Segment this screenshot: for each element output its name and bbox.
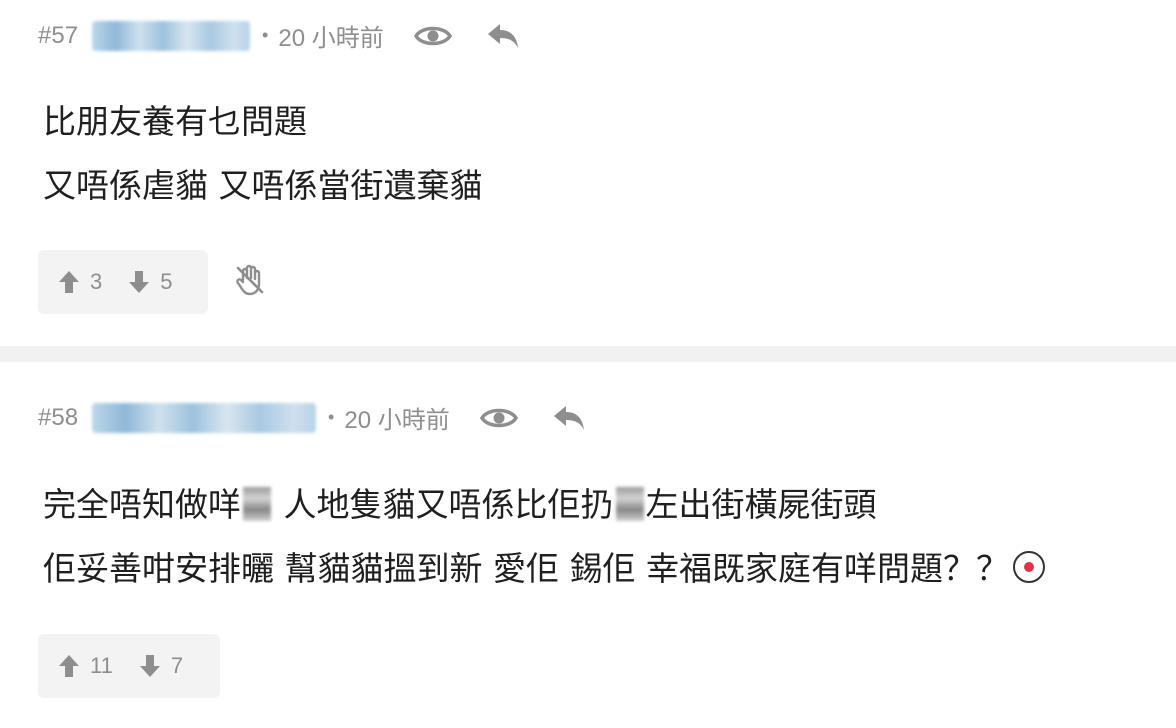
timestamp: 20 小時前 [278,25,384,52]
floor-number: #57 [38,21,79,49]
arrow-down-icon [139,655,160,677]
downvote-count: 5 [160,269,173,294]
username-blurred[interactable] [92,402,317,433]
arrow-down-icon [129,271,150,293]
hand-slash-icon[interactable] [234,264,266,300]
blurred-character [615,487,644,521]
comment-meta: #57 • 20 小時前 [38,18,554,53]
post-separator [0,346,1176,362]
username-blurred[interactable] [92,20,251,51]
timestamp: 20 小時前 [344,407,450,434]
upvote-count: 3 [90,269,103,294]
reply-icon[interactable] [486,22,520,50]
arrow-up-icon [59,271,79,293]
comment-text: 人地隻貓又唔係比佢扔 [273,485,614,524]
upvote-button[interactable]: 11 [58,653,113,679]
downvote-button[interactable]: 5 [128,269,173,295]
vote-box: 11 7 [38,634,220,698]
blurred-character [243,487,271,521]
comment-body: 比朋友養有乜問題 又唔係虐貓 又唔係當街遺棄貓 [43,90,483,218]
comment-text: 佢妥善咁安排曬 幫貓貓搵到新 愛佢 錫佢 幸福既家庭有咩問題？？ [43,549,1009,588]
meta-separator: • [262,25,269,45]
comment-line: 完全唔知做咩 人地隻貓又唔係比佢扔 左出街橫屍街頭 [43,473,1045,537]
comment-line: 佢妥善咁安排曬 幫貓貓搵到新 愛佢 錫佢 幸福既家庭有咩問題？？ [43,537,1045,601]
comment-text: 完全唔知做咩 [43,485,241,524]
downvote-button[interactable]: 7 [139,653,183,679]
meta-separator: • [328,407,335,427]
comment-57: #57 • 20 小時前 比朋友養有乜問題 又唔係虐貓 又唔係當街遺棄貓 3 5 [0,0,1176,346]
eye-icon[interactable] [413,23,452,49]
comment-meta: #58 • 20 小時前 [38,400,620,435]
comment-line: 又唔係虐貓 又唔係當街遺棄貓 [43,166,483,205]
upvote-count: 11 [90,653,113,678]
comment-text: 左出街橫屍街頭 [645,485,877,524]
eye-icon[interactable] [479,405,518,431]
comment-58: #58 • 20 小時前 完全唔知做咩 人地隻貓又唔係比佢扔 左出街橫屍街頭 佢妥… [0,362,1176,728]
floor-number: #58 [38,403,79,431]
arrow-up-icon [59,655,79,677]
downvote-count: 7 [170,653,184,678]
comment-line: 比朋友養有乜問題 [43,102,307,141]
vote-box: 3 5 [38,250,208,314]
reply-icon[interactable] [552,404,586,432]
emoji-icon [1012,551,1045,583]
upvote-button[interactable]: 3 [58,269,102,295]
comment-body: 完全唔知做咩 人地隻貓又唔係比佢扔 左出街橫屍街頭 佢妥善咁安排曬 幫貓貓搵到新 … [43,473,1045,601]
